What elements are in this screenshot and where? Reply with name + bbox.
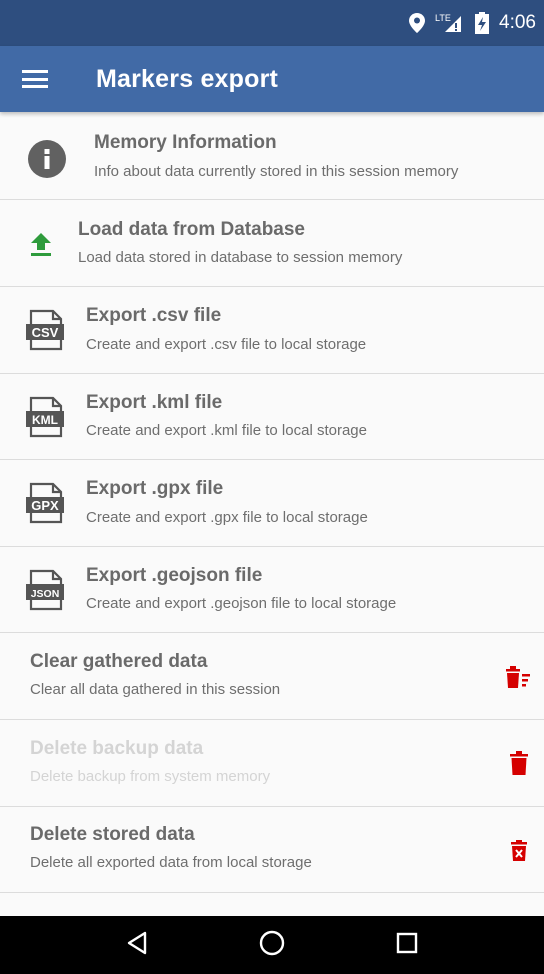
item-subtitle: Delete all exported data from local stor…: [30, 854, 312, 871]
page-title: Markers export: [96, 64, 279, 93]
info-icon: [28, 140, 66, 183]
item-subtitle: Delete backup from system memory: [30, 768, 271, 785]
delete-sweep-icon[interactable]: [506, 666, 530, 693]
item-subtitle: Load data stored in database to session …: [78, 249, 403, 266]
app-bar: Markers export: [0, 46, 544, 112]
item-subtitle: Info about data currently stored in this…: [94, 163, 459, 180]
list-item-export-kml[interactable]: KML Export .kml file Create and export .…: [0, 374, 544, 460]
list-item-memory-information[interactable]: Memory Information Info about data curre…: [0, 112, 544, 200]
item-title: Delete backup data: [30, 738, 204, 759]
status-time: 4:06: [499, 12, 536, 33]
item-title: Export .gpx file: [86, 478, 224, 499]
item-title: Export .csv file: [86, 305, 222, 326]
upload-icon: [31, 233, 51, 262]
svg-text:LTE: LTE: [435, 13, 451, 23]
item-subtitle: Create and export .kml file to local sto…: [86, 422, 367, 439]
list-item-load-database[interactable]: Load data from Database Load data stored…: [0, 200, 544, 287]
home-icon[interactable]: [259, 930, 285, 961]
location-pin-icon: [409, 13, 426, 33]
svg-text:CSV: CSV: [32, 325, 59, 340]
list-item-export-csv[interactable]: CSV Export .csv file Create and export .…: [0, 287, 544, 374]
svg-text:JSON: JSON: [31, 588, 60, 600]
item-subtitle: Clear all data gathered in this session: [30, 681, 281, 698]
json-file-icon: JSON: [25, 569, 65, 616]
item-subtitle: Create and export .csv file to local sto…: [86, 336, 367, 353]
export-options-list: Memory Information Info about data curre…: [0, 112, 544, 893]
battery-charging-icon: [475, 12, 490, 34]
item-title: Export .kml file: [86, 392, 223, 413]
list-item-delete-backup-data[interactable]: Delete backup data Delete backup from sy…: [0, 720, 544, 807]
item-subtitle: Create and export .geojson file to local…: [86, 595, 397, 612]
item-title: Memory Information: [94, 132, 277, 153]
navigation-bar: [0, 916, 544, 974]
item-title: Delete stored data: [30, 824, 195, 845]
delete-forever-icon[interactable]: [511, 840, 527, 866]
lte-signal-icon: LTE: [435, 12, 465, 34]
kml-file-icon: KML: [25, 396, 65, 443]
recents-icon[interactable]: [396, 932, 418, 959]
svg-text:GPX: GPX: [31, 498, 59, 513]
item-title: Export .geojson file: [86, 565, 263, 586]
item-subtitle: Create and export .gpx file to local sto…: [86, 509, 368, 526]
csv-file-icon: CSV: [25, 309, 65, 356]
list-item-clear-gathered-data[interactable]: Clear gathered data Clear all data gathe…: [0, 633, 544, 720]
status-bar: LTE 4:06: [0, 0, 544, 46]
svg-text:KML: KML: [32, 413, 58, 427]
item-title: Clear gathered data: [30, 651, 208, 672]
delete-icon[interactable]: [510, 751, 528, 780]
item-title: Load data from Database: [78, 219, 305, 240]
list-item-export-gpx[interactable]: GPX Export .gpx file Create and export .…: [0, 460, 544, 547]
list-item-export-geojson[interactable]: JSON Export .geojson file Create and exp…: [0, 547, 544, 633]
gpx-file-icon: GPX: [25, 482, 65, 529]
menu-icon[interactable]: [20, 68, 50, 90]
back-icon[interactable]: [126, 931, 148, 960]
list-item-delete-stored-data[interactable]: Delete stored data Delete all exported d…: [0, 807, 544, 893]
